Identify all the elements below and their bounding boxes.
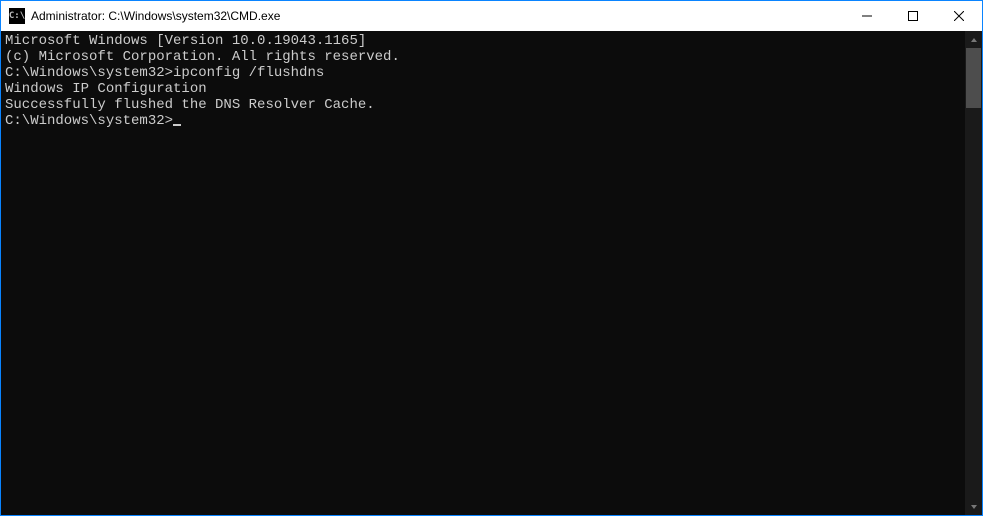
prompt-path: C:\Windows\system32> [5, 65, 173, 81]
current-prompt-line[interactable]: C:\Windows\system32> [5, 113, 965, 129]
entered-command: ipconfig /flushdns [173, 65, 324, 81]
chevron-down-icon [970, 503, 978, 511]
titlebar[interactable]: C:\ Administrator: C:\Windows\system32\C… [1, 1, 982, 31]
cmd-window: C:\ Administrator: C:\Windows\system32\C… [0, 0, 983, 516]
scroll-down-button[interactable] [965, 498, 982, 515]
output-line: (c) Microsoft Corporation. All rights re… [5, 49, 965, 65]
maximize-button[interactable] [890, 1, 936, 31]
output-line: Successfully flushed the DNS Resolver Ca… [5, 97, 965, 113]
client-area: Microsoft Windows [Version 10.0.19043.11… [1, 31, 982, 515]
minimize-button[interactable] [844, 1, 890, 31]
close-button[interactable] [936, 1, 982, 31]
chevron-up-icon [970, 36, 978, 44]
prompt-line: C:\Windows\system32>ipconfig /flushdns [5, 65, 965, 81]
text-cursor [173, 124, 181, 126]
window-title: Administrator: C:\Windows\system32\CMD.e… [31, 9, 280, 23]
output-line: Windows IP Configuration [5, 81, 965, 97]
output-line: Microsoft Windows [Version 10.0.19043.11… [5, 33, 965, 49]
minimize-icon [862, 11, 872, 21]
close-icon [954, 11, 964, 21]
cmd-app-icon: C:\ [9, 8, 25, 24]
scroll-up-button[interactable] [965, 31, 982, 48]
terminal-output[interactable]: Microsoft Windows [Version 10.0.19043.11… [1, 31, 965, 515]
maximize-icon [908, 11, 918, 21]
scroll-thumb[interactable] [966, 48, 981, 108]
prompt-path: C:\Windows\system32> [5, 113, 173, 129]
vertical-scrollbar[interactable] [965, 31, 982, 515]
